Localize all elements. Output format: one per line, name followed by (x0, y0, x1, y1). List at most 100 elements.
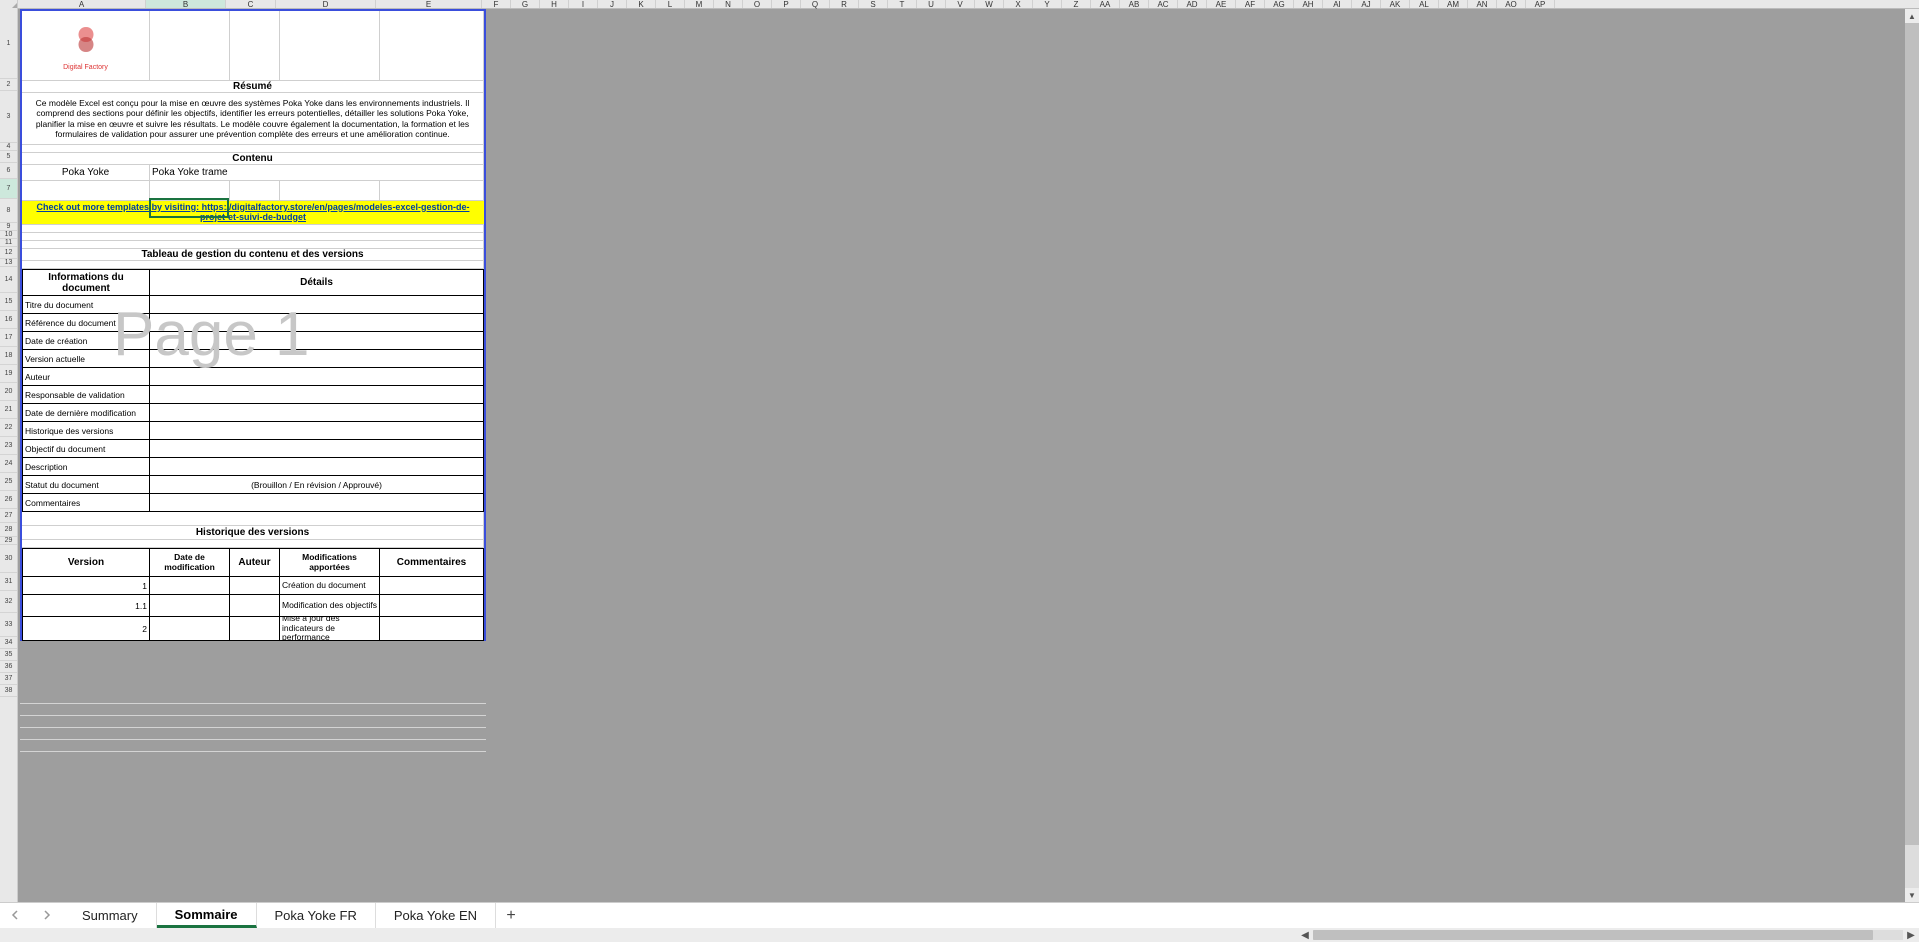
col-header-D[interactable]: D (276, 0, 376, 8)
row-header-7[interactable]: 7 (0, 179, 17, 199)
row-header-28[interactable]: 28 (0, 523, 17, 537)
cell[interactable] (22, 225, 484, 232)
row-header-35[interactable]: 35 (0, 649, 17, 661)
sheet-tab-poka-yoke-fr[interactable]: Poka Yoke FR (257, 903, 376, 928)
col-header-Q[interactable]: Q (801, 0, 830, 8)
scroll-left-icon[interactable]: ◀ (1297, 929, 1313, 941)
col-header-AA[interactable]: AA (1091, 0, 1120, 8)
row-header-8[interactable]: 8 (0, 199, 17, 223)
col-header-AK[interactable]: AK (1381, 0, 1410, 8)
row-header-18[interactable]: 18 (0, 347, 17, 365)
doc-info-value[interactable] (150, 314, 484, 331)
col-header-AH[interactable]: AH (1294, 0, 1323, 8)
col-header-K[interactable]: K (627, 0, 656, 8)
cell[interactable] (230, 181, 280, 200)
resume-body[interactable]: Ce modèle Excel est conçu pour la mise e… (22, 93, 484, 144)
col-header-B[interactable]: B (146, 0, 226, 8)
col-header-AN[interactable]: AN (1468, 0, 1497, 8)
row-header-14[interactable]: 14 (0, 267, 17, 293)
col-header-Y[interactable]: Y (1033, 0, 1062, 8)
doc-info-value[interactable] (150, 296, 484, 313)
col-header-F[interactable]: F (482, 0, 511, 8)
horizontal-scrollbar[interactable]: ◀ ▶ (0, 928, 1919, 942)
select-all-corner[interactable] (0, 0, 18, 9)
row-header-38[interactable]: 38 (0, 685, 17, 697)
row-header-29[interactable]: 29 (0, 537, 17, 545)
col-header-AF[interactable]: AF (1236, 0, 1265, 8)
row-header-11[interactable]: 11 (0, 239, 17, 247)
contenu-item-0[interactable]: Poka Yoke (22, 165, 150, 180)
col-header-AE[interactable]: AE (1207, 0, 1236, 8)
doc-info-label[interactable]: Auteur (22, 368, 150, 385)
row-header-37[interactable]: 37 (0, 673, 17, 685)
col-header-G[interactable]: G (511, 0, 540, 8)
sheet-tab-poka-yoke-en[interactable]: Poka Yoke EN (376, 903, 496, 928)
row-header-19[interactable]: 19 (0, 365, 17, 383)
scroll-right-icon[interactable]: ▶ (1903, 929, 1919, 941)
resume-title[interactable]: Résumé (22, 81, 484, 92)
col-header-S[interactable]: S (859, 0, 888, 8)
doc-info-value[interactable] (150, 332, 484, 349)
history-title[interactable]: Historique des versions (22, 526, 484, 539)
col-header-AO[interactable]: AO (1497, 0, 1526, 8)
hist-author[interactable] (230, 577, 280, 594)
row-header-27[interactable]: 27 (0, 509, 17, 523)
col-header-U[interactable]: U (917, 0, 946, 8)
cell[interactable] (22, 540, 484, 547)
doc-info-label[interactable]: Objectif du document (22, 440, 150, 457)
col-header-J[interactable]: J (598, 0, 627, 8)
doc-info-value[interactable] (150, 494, 484, 511)
grid-area[interactable]: Digital Factory Résumé Ce modèle Excel e… (18, 9, 1919, 902)
scroll-down-icon[interactable]: ▼ (1905, 888, 1919, 902)
promo-link[interactable]: Check out more templates by visiting: ht… (22, 201, 484, 224)
doc-info-hdr-1[interactable]: Détails (150, 270, 484, 295)
cell[interactable] (22, 145, 484, 152)
col-header-AL[interactable]: AL (1410, 0, 1439, 8)
hist-mods[interactable]: Création du document (280, 577, 380, 594)
row-header-22[interactable]: 22 (0, 419, 17, 437)
hist-hdr-4[interactable]: Commentaires (380, 549, 484, 576)
row-header-1[interactable]: 1 (0, 9, 17, 79)
col-header-AM[interactable]: AM (1439, 0, 1468, 8)
add-sheet-button[interactable]: + (496, 903, 526, 928)
col-header-V[interactable]: V (946, 0, 975, 8)
doc-info-value[interactable] (150, 440, 484, 457)
row-header-4[interactable]: 4 (0, 143, 17, 151)
cell[interactable] (22, 261, 484, 268)
hist-version[interactable]: 2 (22, 617, 150, 640)
cell[interactable] (22, 241, 484, 248)
hist-version[interactable]: 1 (22, 577, 150, 594)
cell[interactable] (280, 11, 380, 80)
tab-nav-next-icon[interactable] (42, 910, 54, 922)
hist-date[interactable] (150, 577, 230, 594)
hist-author[interactable] (230, 617, 280, 640)
row-header-13[interactable]: 13 (0, 259, 17, 267)
empty-rows[interactable] (20, 692, 486, 752)
hist-date[interactable] (150, 595, 230, 616)
doc-info-label[interactable]: Date de dernière modification (22, 404, 150, 421)
doc-info-value[interactable]: (Brouillon / En révision / Approuvé) (150, 476, 484, 493)
doc-info-label[interactable]: Responsable de validation (22, 386, 150, 403)
doc-info-value[interactable] (150, 350, 484, 367)
hist-comments[interactable] (380, 577, 484, 594)
col-header-AD[interactable]: AD (1178, 0, 1207, 8)
row-header-5[interactable]: 5 (0, 151, 17, 163)
col-header-O[interactable]: O (743, 0, 772, 8)
hist-hdr-1[interactable]: Date de modification (150, 549, 230, 576)
vertical-scrollbar[interactable]: ▲ ▼ (1905, 9, 1919, 902)
col-header-M[interactable]: M (685, 0, 714, 8)
doc-info-value[interactable] (150, 422, 484, 439)
hist-hdr-0[interactable]: Version (22, 549, 150, 576)
row-header-36[interactable]: 36 (0, 661, 17, 673)
cell[interactable] (380, 11, 484, 80)
col-header-AC[interactable]: AC (1149, 0, 1178, 8)
col-header-W[interactable]: W (975, 0, 1004, 8)
col-header-E[interactable]: E (376, 0, 482, 8)
row-header-3[interactable]: 3 (0, 91, 17, 143)
row-header-24[interactable]: 24 (0, 455, 17, 473)
col-header-T[interactable]: T (888, 0, 917, 8)
contenu-item-1[interactable]: Poka Yoke trame (150, 165, 484, 180)
col-header-N[interactable]: N (714, 0, 743, 8)
cell[interactable] (22, 233, 484, 240)
doc-info-value[interactable] (150, 368, 484, 385)
